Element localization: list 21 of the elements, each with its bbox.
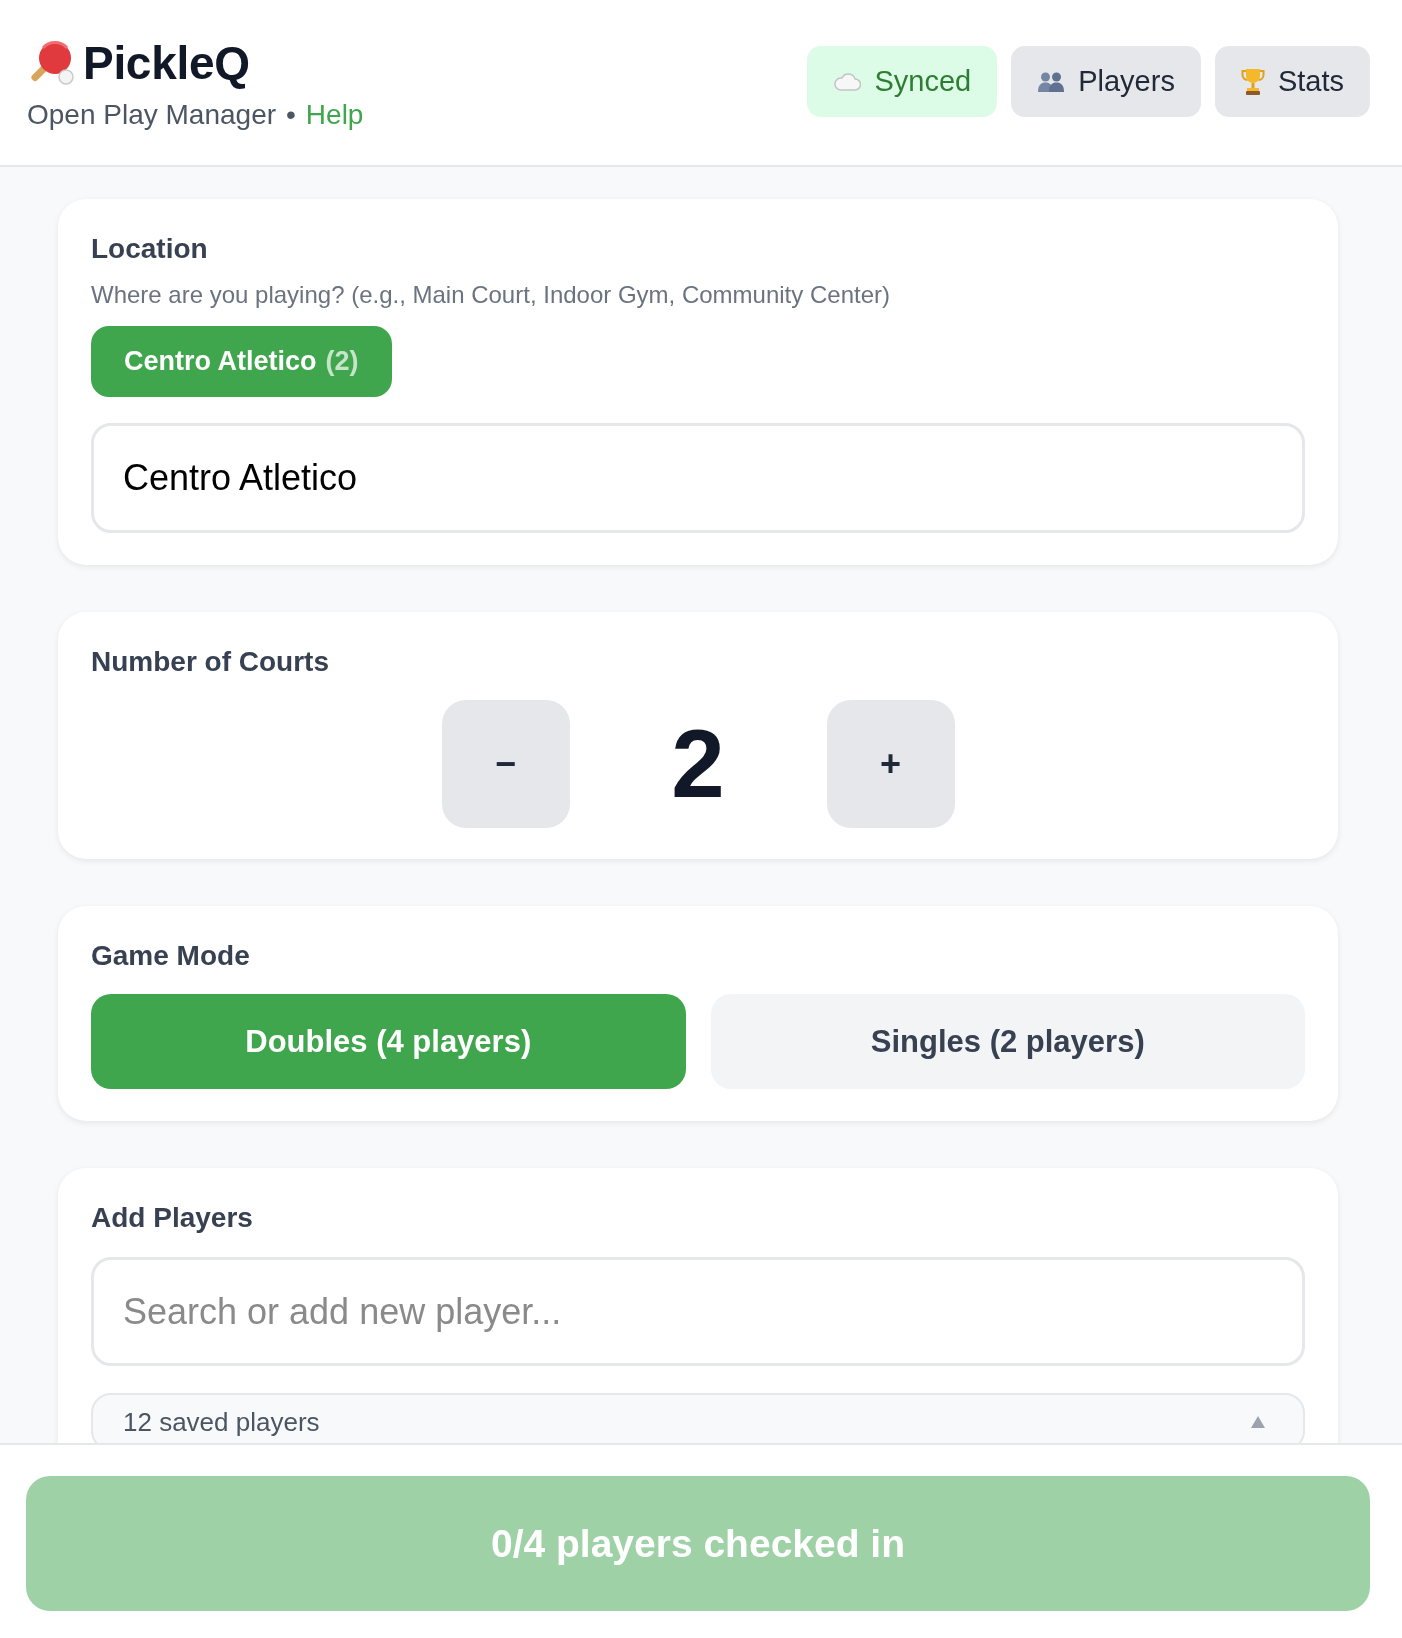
section-label: Location xyxy=(91,232,209,266)
decrement-button[interactable]: − xyxy=(441,700,570,828)
separator-bullet: • xyxy=(286,98,296,132)
people-icon xyxy=(1037,70,1066,93)
players-button[interactable]: Players xyxy=(1011,46,1201,117)
section-label: Game Mode xyxy=(91,939,251,973)
player-search-input[interactable]: Search or add new player... xyxy=(91,1257,1305,1366)
section-label: Add Players xyxy=(91,1201,254,1235)
trophy-icon xyxy=(1240,67,1265,96)
app-title: PickleQ xyxy=(83,38,250,88)
section-label: Number of Courts xyxy=(91,645,330,679)
hint-text: Where are you playing? (e.g., Main Court, Indoor Gym, Community Center) xyxy=(91,281,891,309)
location-input[interactable]: Centro Atletico xyxy=(91,423,1305,533)
sync-status-button[interactable]: Synced xyxy=(807,46,998,117)
stats-button[interactable]: Stats xyxy=(1214,46,1370,117)
saved-players-toggle[interactable]: 12 saved players xyxy=(91,1393,1305,1443)
app-subtitle: Open Play Manager xyxy=(27,98,277,132)
game-mode-option[interactable]: Singles (2 players) xyxy=(710,994,1305,1089)
increment-button[interactable]: + xyxy=(826,700,955,828)
cloud-icon xyxy=(833,72,862,91)
court-count: 2 xyxy=(670,716,726,812)
